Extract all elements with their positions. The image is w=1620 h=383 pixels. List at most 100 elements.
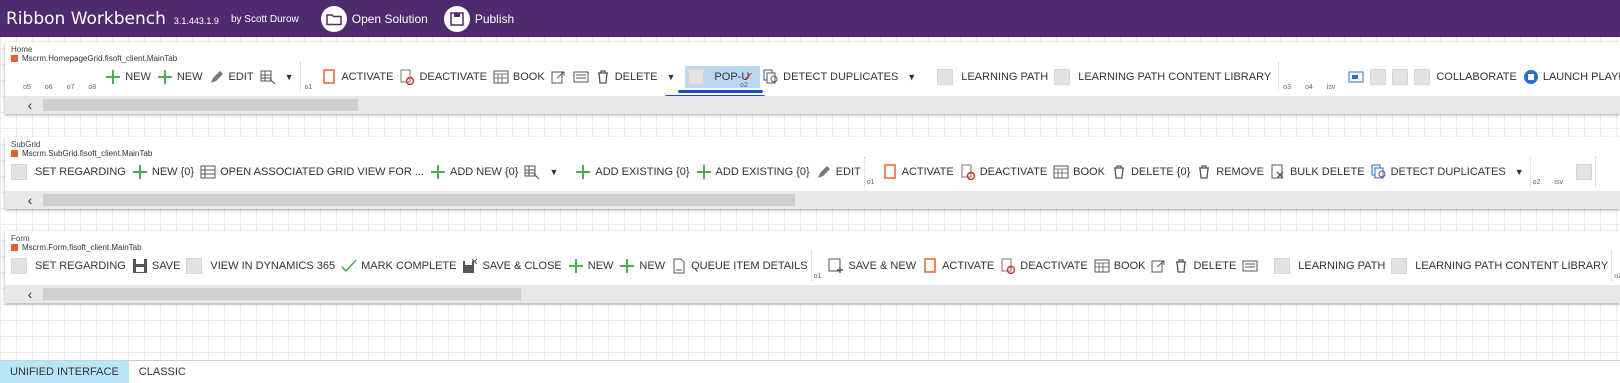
edit-button[interactable]: EDIT (813, 161, 864, 183)
chevron-left-icon[interactable]: ‹ (23, 286, 37, 302)
floppy-disk-icon (132, 258, 148, 274)
selection-underline (678, 90, 763, 93)
activate-icon (922, 258, 938, 274)
learning-path-library-button[interactable]: LEARNING PATH CONTENT LIBRARY (1388, 255, 1611, 277)
learning-path-library-button[interactable]: LEARNING PATH CONTENT LIBRARY (1051, 66, 1274, 88)
detect-duplicates-button[interactable]: DETECT DUPLICATES (760, 66, 901, 88)
new-button[interactable]: NEW (102, 66, 154, 88)
chevron-down-icon[interactable]: ▼ (667, 72, 676, 82)
chevron-down-icon[interactable]: ▼ (1515, 167, 1524, 177)
grid-options-button[interactable] (257, 66, 279, 88)
share-arrow-icon (1151, 258, 1167, 274)
app-title: Ribbon Workbench (6, 8, 166, 29)
publish-button[interactable]: Publish (443, 5, 515, 32)
group-label: o1 (304, 84, 313, 91)
blank-icon (1575, 164, 1592, 180)
collaborate-button[interactable]: COLLABORATE (1411, 66, 1520, 88)
scroll-thumb[interactable] (43, 99, 358, 111)
activate-button[interactable]: ACTIVATE (919, 255, 997, 277)
learning-path-button[interactable]: LEARNING PATH (934, 66, 1051, 88)
home-ribbon-panel: Home Mscrm.HomepageGrid.fisoft_client.Ma… (5, 42, 1620, 114)
new-button-2[interactable]: NEW (616, 255, 668, 277)
book-button[interactable]: BOOK (1091, 255, 1149, 277)
duplicate-search-icon (763, 69, 779, 85)
new-0-button[interactable]: NEW {0} (129, 161, 197, 183)
deactivate-button[interactable]: DEACTIVATE (957, 161, 1050, 183)
deactivate-icon (960, 164, 976, 180)
view-in-dynamics-button[interactable]: VIEW IN DYNAMICS 365 (183, 255, 338, 277)
add-existing-button[interactable]: ADD EXISTING {0} (572, 161, 692, 183)
book-button[interactable]: BOOK (490, 66, 548, 88)
home-left-groups: o5 o6 o7 o8 (5, 62, 102, 92)
plus-icon (105, 69, 121, 85)
popup-button[interactable]: POP-U ✓ (685, 66, 761, 88)
learning-path-button[interactable]: LEARNING PATH (1271, 255, 1388, 277)
scroll-thumb[interactable] (43, 194, 795, 206)
form-scrollbar[interactable]: ‹ (5, 285, 1620, 303)
app-header: Ribbon Workbench 3.1.443.1.9 by Scott Du… (0, 0, 1620, 37)
edit-button[interactable]: EDIT (206, 66, 257, 88)
add-existing-button-2[interactable]: ADD EXISTING {0} (693, 161, 813, 183)
book-button[interactable]: BOOK (1050, 161, 1108, 183)
chevron-left-icon[interactable]: ‹ (23, 192, 37, 208)
home-scrollbar[interactable]: ‹ (5, 96, 1620, 114)
detect-duplicates-button[interactable]: DETECT DUPLICATES (1368, 161, 1509, 183)
new-label: NEW (176, 71, 203, 83)
open-solution-button[interactable]: Open Solution (320, 5, 428, 32)
chevron-down-icon[interactable]: ▼ (549, 167, 558, 177)
queue-item-details-button[interactable]: QUEUE ITEM DETAILS (668, 255, 811, 277)
launch-playbook-button[interactable]: LAUNCH PLAYBOOK (1520, 66, 1620, 88)
add-new-0-button[interactable]: ADD NEW {0} (427, 161, 521, 183)
mark-complete-button[interactable]: MARK COMPLETE (338, 255, 459, 277)
deactivate-button[interactable]: DEACTIVATE (396, 66, 489, 88)
reassign-button[interactable] (1148, 255, 1170, 277)
subgrid-scrollbar[interactable]: ‹ (5, 191, 1620, 209)
scroll-thumb[interactable] (43, 288, 521, 300)
floppy-disk-icon (443, 5, 470, 32)
delete-button[interactable]: DELETE (592, 66, 661, 88)
open-solution-label: Open Solution (351, 11, 428, 26)
blank-button[interactable] (1573, 161, 1595, 183)
blank-button-2[interactable] (1389, 66, 1411, 88)
delete-0-button[interactable]: DELETE {0} (1108, 161, 1193, 183)
chevron-down-icon[interactable]: ▼ (285, 72, 294, 82)
deactivate-label: DEACTIVATE (419, 71, 487, 83)
blank-button[interactable] (1367, 66, 1389, 88)
delete-button[interactable]: DELETE (1170, 255, 1239, 277)
chevron-left-icon[interactable]: ‹ (23, 97, 37, 113)
new-button-2[interactable]: NEW (154, 66, 206, 88)
deactivate-button[interactable]: DEACTIVATE (997, 255, 1090, 277)
bulk-delete-button[interactable]: BULK DELETE (1267, 161, 1368, 183)
grid-options-button[interactable] (521, 161, 543, 183)
activate-button[interactable]: ACTIVATE (318, 66, 396, 88)
tab-unified-interface[interactable]: UNIFIED INTERFACE (0, 360, 129, 383)
plus-icon (132, 164, 148, 180)
save-new-button[interactable]: SAVE & NEW (825, 255, 919, 277)
activate-button[interactable]: ACTIVATE (879, 161, 957, 183)
form-view-button[interactable] (1239, 255, 1261, 277)
reassign-button[interactable] (548, 66, 570, 88)
blank-icon (1054, 69, 1071, 85)
remove-button[interactable]: REMOVE (1193, 161, 1267, 183)
form-view-button[interactable] (570, 66, 592, 88)
group-label: o3 (1283, 84, 1291, 91)
open-associated-label: OPEN ASSOCIATED GRID VIEW FOR ... (220, 166, 424, 178)
set-regarding-label: SET REGARDING (35, 166, 126, 178)
save-button[interactable]: SAVE (129, 255, 184, 277)
blank-icon (1414, 69, 1431, 85)
detect-duplicates-label: DETECT DUPLICATES (1390, 166, 1506, 178)
set-regarding-button[interactable]: SET REGARDING (8, 255, 129, 277)
open-associated-button[interactable]: OPEN ASSOCIATED GRID VIEW FOR ... (197, 161, 427, 183)
publish-label: Publish (474, 11, 515, 26)
set-regarding-button[interactable]: SET REGARDING (8, 161, 129, 183)
save-close-button[interactable]: SAVE & CLOSE (459, 255, 564, 277)
group-label: isv (1554, 179, 1563, 186)
new-button[interactable]: NEW (565, 255, 617, 277)
tab-classic[interactable]: CLASSIC (129, 361, 196, 383)
chevron-down-icon[interactable]: ▼ (907, 72, 916, 82)
duplicate-search-icon (1371, 164, 1387, 180)
launch-view-button[interactable] (1345, 66, 1367, 88)
app-version: 3.1.443.1.9 (173, 15, 219, 26)
activate-label: ACTIVATE (341, 71, 394, 83)
activate-icon (321, 69, 337, 85)
